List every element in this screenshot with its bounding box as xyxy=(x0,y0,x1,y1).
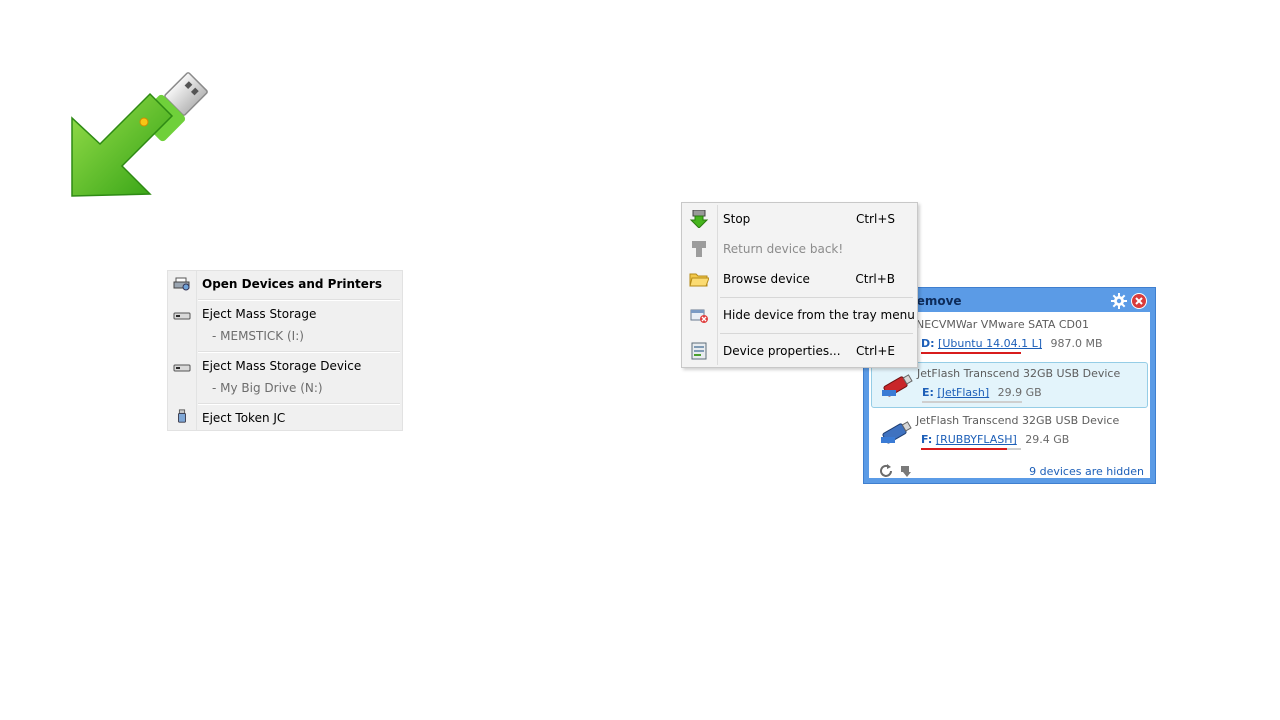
menu-separator xyxy=(720,297,913,298)
volume-size: 29.4 GB xyxy=(1025,433,1070,446)
return-device-label: Return device back! xyxy=(723,242,844,256)
eject-mass-storage-label: Eject Mass Storage xyxy=(202,307,317,321)
stop-label: Stop xyxy=(723,212,751,226)
device-name: JetFlash Transcend 32GB USB Device xyxy=(917,367,1121,380)
drive-letter: F: xyxy=(921,433,933,446)
hidden-devices-link[interactable]: 9 devices are hidden xyxy=(1029,465,1144,478)
browse-device-label: Browse device xyxy=(723,272,810,286)
device-name: NECVMWar VMware SATA CD01 xyxy=(916,318,1089,331)
printer-icon xyxy=(173,277,190,291)
drive-icon xyxy=(173,364,191,372)
volume-label: [Ubuntu 14.04.1 L] xyxy=(938,337,1042,350)
close-icon[interactable] xyxy=(1131,293,1147,309)
drive-letter: D: xyxy=(921,337,935,350)
usage-bar xyxy=(922,401,1022,403)
menu-separator xyxy=(198,299,400,301)
usage-bar xyxy=(921,352,1021,354)
volume-size: 29.9 GB xyxy=(997,386,1042,399)
usage-bar xyxy=(921,448,1021,450)
gear-icon[interactable] xyxy=(1111,293,1127,309)
volume-label: [JetFlash] xyxy=(937,386,990,399)
eject-token-item[interactable]: Eject Token JC xyxy=(168,409,402,430)
refresh-icon[interactable] xyxy=(879,464,893,478)
drive-link[interactable]: F: [RUBBYFLASH] 29.4 GB xyxy=(921,433,1069,446)
open-devices-printers-label: Open Devices and Printers xyxy=(202,277,382,291)
windows-eject-menu: Open Devices and Printers Eject Mass Sto… xyxy=(167,270,403,431)
volume-size: 987.0 MB xyxy=(1050,337,1103,350)
usb-eject-logo-icon xyxy=(71,72,208,197)
big-drive-volume-label: - My Big Drive (N:) xyxy=(212,381,323,395)
drive-letter: E: xyxy=(922,386,934,399)
eject-token-label: Eject Token JC xyxy=(202,411,286,425)
device-name: JetFlash Transcend 32GB USB Device xyxy=(916,414,1120,427)
properties-icon xyxy=(691,342,707,360)
device-properties-shortcut: Ctrl+E xyxy=(856,344,895,358)
usage-bar-fill xyxy=(921,448,1007,450)
eject-mass-storage-device-item[interactable]: Eject Mass Storage Device - My Big Drive… xyxy=(168,359,402,403)
hide-device-label: Hide device from the tray menu xyxy=(723,308,915,322)
usb-stick-red-icon xyxy=(882,374,913,397)
stop-arrow-icon xyxy=(689,210,709,228)
return-device-icon xyxy=(692,241,706,257)
menu-separator xyxy=(720,333,913,334)
folder-icon xyxy=(689,273,709,287)
hide-device-menu-item[interactable]: Hide device from the tray menu xyxy=(684,302,915,328)
eject-all-icon[interactable] xyxy=(899,464,913,478)
drive-link[interactable]: D: [Ubuntu 14.04.1 L] 987.0 MB xyxy=(921,337,1103,350)
device-properties-label: Device properties... xyxy=(723,344,841,358)
browse-device-menu-item[interactable]: Browse device Ctrl+B xyxy=(684,266,915,292)
token-icon xyxy=(178,409,186,423)
return-device-menu-item[interactable]: Return device back! xyxy=(684,236,915,262)
memstick-volume-label: - MEMSTICK (I:) xyxy=(212,329,304,343)
stop-menu-item[interactable]: Stop Ctrl+S xyxy=(684,206,915,232)
drive-icon xyxy=(173,312,191,320)
drive-link[interactable]: E: [JetFlash] 29.9 GB xyxy=(922,386,1042,399)
volume-label: [RUBBYFLASH] xyxy=(935,433,1017,446)
device-properties-menu-item[interactable]: Device properties... Ctrl+E xyxy=(684,338,915,364)
eject-mass-storage-device-label: Eject Mass Storage Device xyxy=(202,359,362,373)
device-row-jetflash-f[interactable]: JetFlash Transcend 32GB USB Device F: [R… xyxy=(871,410,1148,456)
device-row-jetflash-e[interactable]: JetFlash Transcend 32GB USB Device E: [J… xyxy=(871,362,1148,408)
eject-mass-storage-item[interactable]: Eject Mass Storage - MEMSTICK (I:) xyxy=(168,307,402,351)
browse-device-shortcut: Ctrl+B xyxy=(855,272,895,286)
menu-separator xyxy=(198,351,400,353)
open-devices-printers-item[interactable]: Open Devices and Printers xyxy=(168,277,402,297)
usage-bar-fill xyxy=(921,352,1021,354)
usb-stick-blue-icon xyxy=(881,421,912,444)
menu-separator xyxy=(198,403,400,405)
device-context-menu: Stop Ctrl+S Return device back! Browse d… xyxy=(681,202,918,368)
hide-device-icon xyxy=(690,309,708,323)
stop-shortcut: Ctrl+S xyxy=(855,212,895,226)
